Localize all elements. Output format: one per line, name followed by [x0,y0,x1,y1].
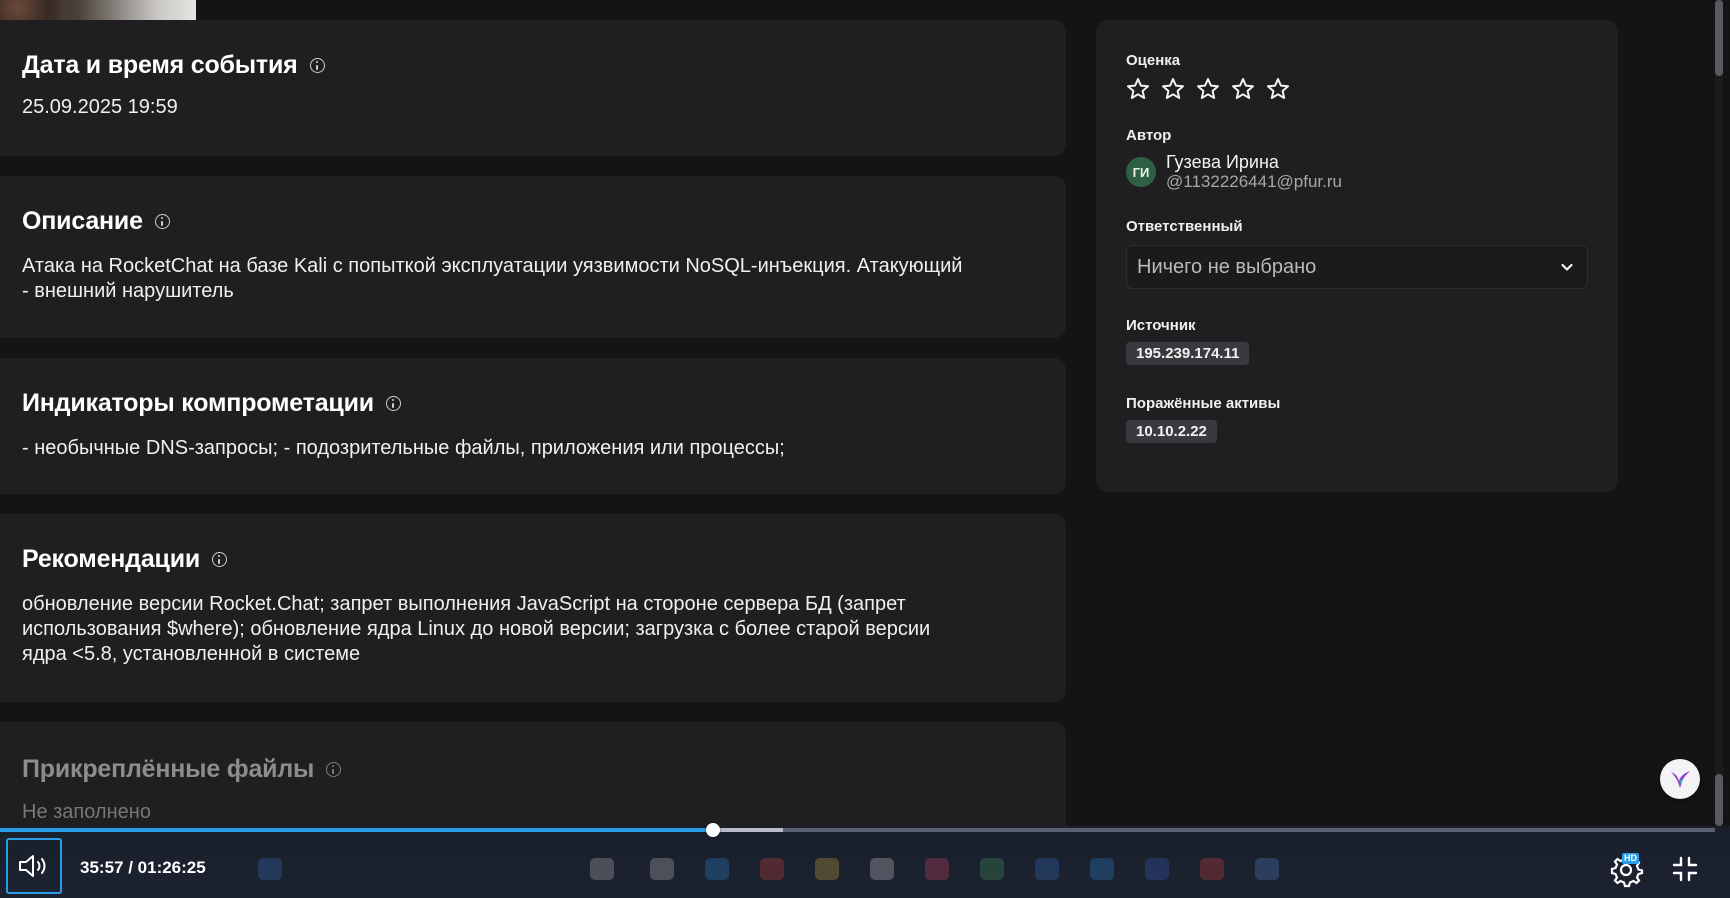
star-icon[interactable] [1126,77,1150,101]
author-label: Автор [1126,127,1172,144]
info-icon[interactable] [154,214,170,229]
datetime-title: Дата и время события [22,51,298,79]
card-title-recommendations: Рекомендации [22,514,1040,574]
card-title-ioc: Индикаторы компрометации [22,358,1040,418]
recommendations-title: Рекомендации [22,545,201,573]
card-recommendations: Рекомендации обновление версии Rocket.Ch… [0,514,1066,702]
datetime-value: 25.09.2025 19:59 [22,96,178,118]
author-info: Гузева Ирина @1132226441@pfur.ru [1166,152,1342,192]
assignee-label: Ответственный [1126,218,1243,235]
rating-label: Оценка [1126,52,1181,69]
ioc-title: Индикаторы компрометации [22,389,374,417]
card-ioc: Индикаторы компрометации - необычные DNS… [0,358,1066,494]
time-total: 01:26:25 [137,858,206,877]
progress-handle[interactable] [706,823,721,837]
scrollbar[interactable] [1715,0,1723,826]
recommendations-line: использования $where); обновление ядра L… [22,618,931,640]
description-title: Описание [22,207,143,235]
card-description: Описание Атака на RocketChat на базе Kal… [0,176,1066,338]
card-title-datetime: Дата и время события [22,20,1040,80]
time-separator: / [123,858,138,877]
hummingbird-icon [1671,771,1690,788]
star-icon[interactable] [1266,77,1290,101]
card-datetime: Дата и время события 25.09.2025 19:59 [0,20,1066,156]
time-current: 35:57 [80,858,124,877]
info-icon[interactable] [309,58,325,73]
card-title-description: Описание [22,176,1040,236]
star-icon[interactable] [1231,77,1255,101]
incident-sidebar: Оценка Автор ГИ Гузева Ирина @1132226441… [1096,20,1618,492]
progress-fill [0,828,714,832]
attachments-title: Прикреплённые файлы [22,755,315,783]
volume-button[interactable] [6,838,62,894]
author-login: @1132226441@pfur.ru [1166,172,1342,191]
video-player-controls [0,826,1730,898]
scrollbar-thumb[interactable] [1715,0,1723,76]
info-icon[interactable] [326,762,342,777]
description-line: Атака на RocketChat на базе Kali с попыт… [22,255,963,277]
source-label: Источник [1126,317,1196,334]
star-icon[interactable] [1196,77,1220,101]
assets-label: Поражённые активы [1126,395,1281,412]
recommendations-text: обновление версии Rocket.Chat; запрет вы… [22,592,1040,667]
rating-stars[interactable] [1126,77,1588,101]
scrollbar-thumb[interactable] [1715,774,1723,826]
description-line: - внешний нарушитель [22,280,234,302]
info-icon[interactable] [385,396,401,411]
time-readout: 35:57 / 01:26:25 [80,858,206,878]
assets-chip: 10.10.2.22 [1126,420,1217,443]
page: Дата и время события 25.09.2025 19:59 Оп… [0,0,1730,898]
exit-fullscreen-icon[interactable] [1670,854,1700,884]
quality-badge: HD [1622,853,1639,864]
avatar: ГИ [1126,157,1156,187]
speaker-icon [19,855,46,877]
source-chip: 195.239.174.11 [1126,342,1250,365]
progress-buffer [713,828,783,832]
recommendations-line: обновление версии Rocket.Chat; запрет вы… [22,593,906,615]
author: ГИ Гузева Ирина @1132226441@pfur.ru [1126,152,1588,192]
info-icon[interactable] [212,552,228,567]
card-title-attachments: Прикреплённые файлы [22,722,1040,784]
attachments-value: Не заполнено [22,801,151,823]
chevron-down-icon [1561,263,1573,271]
assignee-value: Ничего не выбрано [1137,255,1317,278]
recommendations-line: ядра <5.8, установленной в системе [22,643,361,665]
description-text: Атака на RocketChat на базе Kali с попыт… [22,254,1040,304]
author-name: Гузева Ирина [1166,152,1279,172]
ioc-text: - необычные DNS-запросы; - подозрительны… [22,437,785,459]
assignee-select[interactable]: Ничего не выбрано [1126,245,1588,289]
assistant-button[interactable] [1660,759,1700,799]
star-icon[interactable] [1161,77,1185,101]
